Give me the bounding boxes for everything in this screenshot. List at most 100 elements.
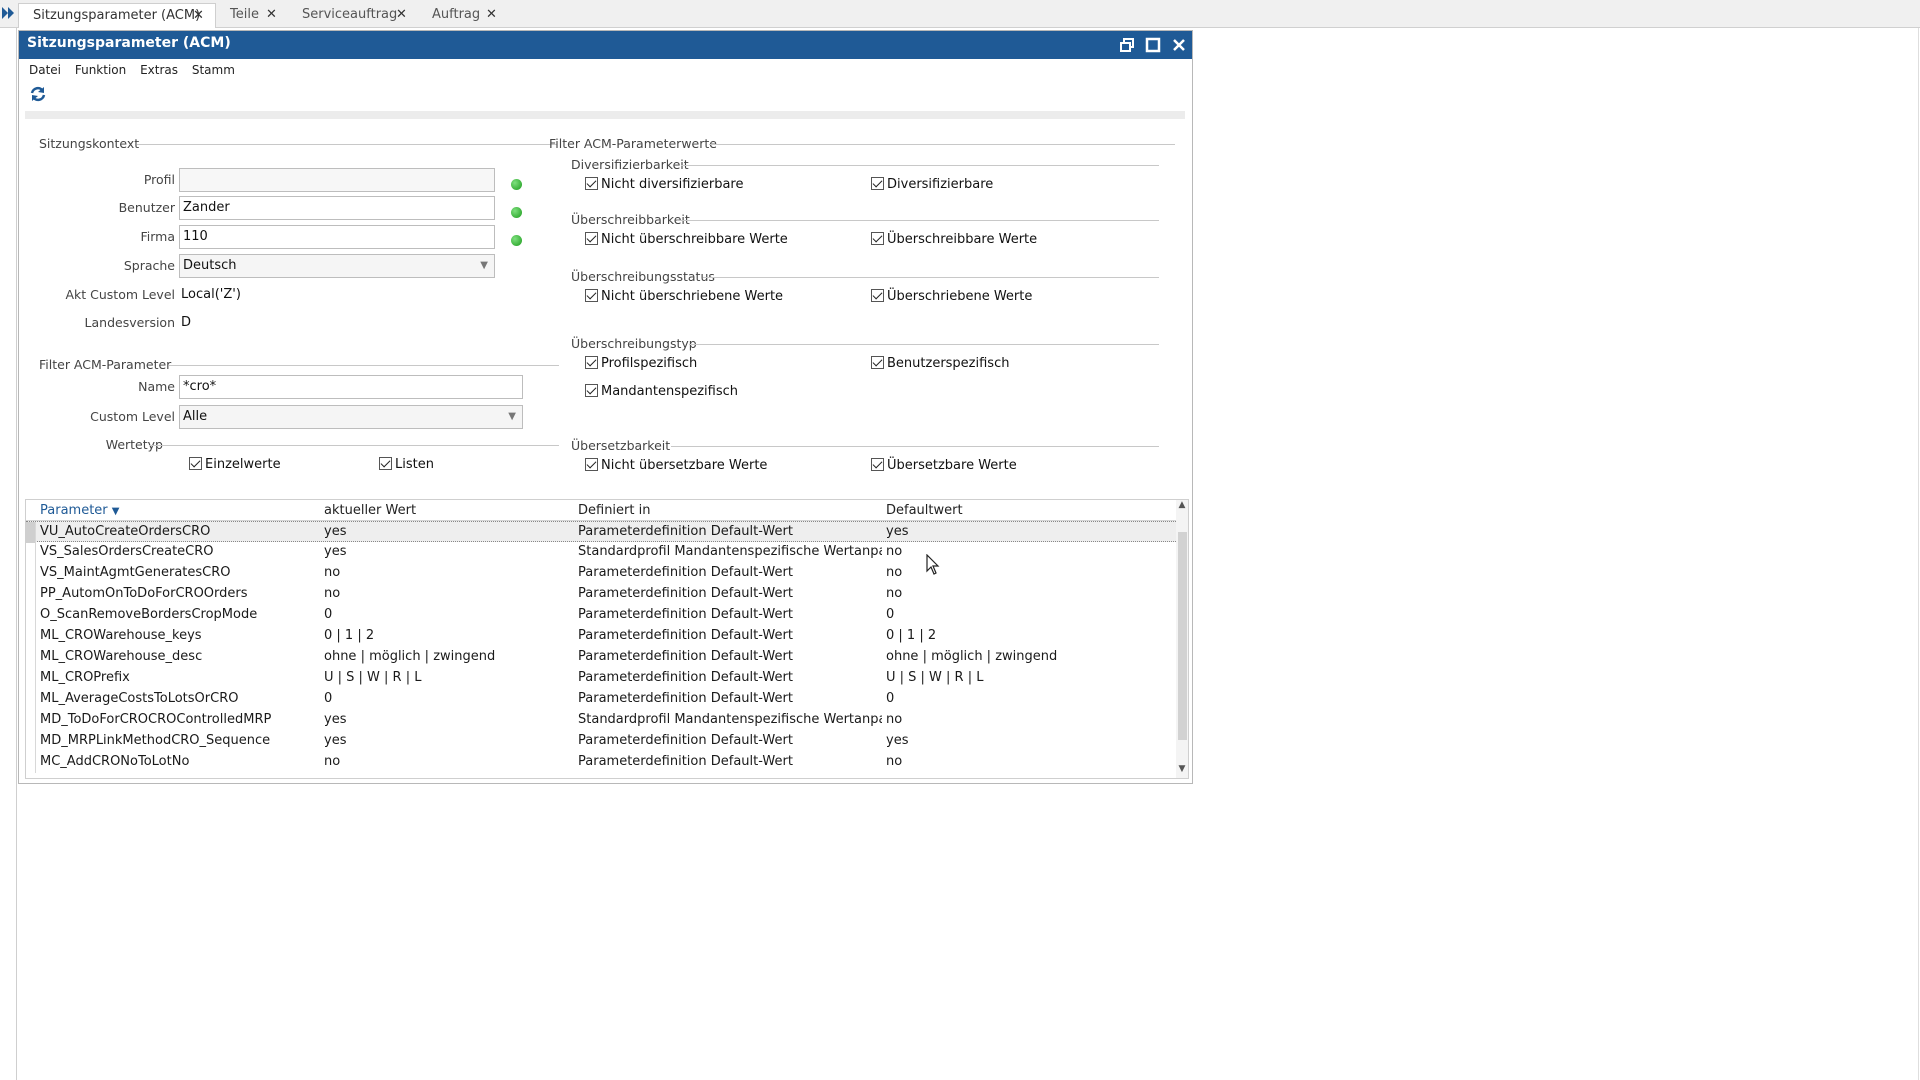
table-row[interactable]: ML_CROWarehouse_desc ohne | möglich | zwi… <box>26 647 1176 668</box>
close-icon[interactable]: ✕ <box>486 3 497 27</box>
cell-parameter[interactable]: MC_AddCRONoToLotNo <box>40 754 310 769</box>
name-filter-input[interactable]: *cro* <box>179 375 523 399</box>
cell-aktueller-wert[interactable]: no <box>324 565 574 580</box>
menu-funktion[interactable]: Funktion <box>75 63 126 77</box>
table-row[interactable]: MD_ToDoForCROCROControlledMRP yes Standard… <box>26 710 1176 731</box>
row-selector[interactable] <box>26 689 36 710</box>
cell-aktueller-wert[interactable]: 0 <box>324 691 574 706</box>
nicht-diversifizierbare-checkbox[interactable]: Nicht diversifizierbare <box>585 177 743 193</box>
row-selector[interactable] <box>26 522 36 543</box>
row-selector[interactable] <box>26 542 36 563</box>
checkbox-checked-icon[interactable] <box>585 177 598 190</box>
checkbox-checked-icon[interactable] <box>871 356 884 369</box>
cell-defaultwert[interactable]: 0 <box>886 691 1166 706</box>
cell-parameter[interactable]: ML_CROWarehouse_keys <box>40 628 310 643</box>
cell-defaultwert[interactable]: 0 <box>886 607 1166 622</box>
einzelwerte-checkbox[interactable]: Einzelwerte <box>189 457 281 473</box>
custom-level-select[interactable]: Alle ▼ <box>179 405 523 429</box>
cell-aktueller-wert[interactable]: no <box>324 754 574 769</box>
profil-field[interactable] <box>179 168 495 192</box>
firma-field[interactable]: 110 <box>179 225 495 249</box>
mandantenspezifisch-checkbox[interactable]: Mandantenspezifisch <box>585 384 738 400</box>
column-header-aktueller-wert[interactable]: aktueller Wert <box>324 503 416 518</box>
nicht-ueberschriebene-checkbox[interactable]: Nicht überschriebene Werte <box>585 289 783 305</box>
nicht-uebersetzbare-checkbox[interactable]: Nicht übersetzbare Werte <box>585 458 767 474</box>
checkbox-checked-icon[interactable] <box>871 458 884 471</box>
cell-parameter[interactable]: ML_CROWarehouse_desc <box>40 649 310 664</box>
close-icon[interactable]: ✕ <box>396 3 407 27</box>
cell-definiert-in[interactable]: Parameterdefinition Default-Wert <box>578 691 882 706</box>
table-row[interactable]: ML_CROPrefix U | S | W | R | L Parameterde… <box>26 668 1176 689</box>
tab-scroll-arrows-icon[interactable] <box>2 5 16 21</box>
cell-aktueller-wert[interactable]: U | S | W | R | L <box>324 670 574 685</box>
cell-parameter[interactable]: VS_SalesOrdersCreateCRO <box>40 544 310 559</box>
scroll-up-icon[interactable]: ▲ <box>1177 500 1187 512</box>
cell-definiert-in[interactable]: Parameterdefinition Default-Wert <box>578 524 882 539</box>
checkbox-checked-icon[interactable] <box>585 384 598 397</box>
cell-definiert-in[interactable]: Parameterdefinition Default-Wert <box>578 607 882 622</box>
checkbox-checked-icon[interactable] <box>585 458 598 471</box>
cell-parameter[interactable]: VS_MaintAgmtGeneratesCRO <box>40 565 310 580</box>
checkbox-checked-icon[interactable] <box>871 177 884 190</box>
cell-parameter[interactable]: MD_ToDoForCROCROControlledMRP <box>40 712 310 727</box>
close-window-icon[interactable] <box>1171 37 1187 53</box>
cell-definiert-in[interactable]: Parameterdefinition Default-Wert <box>578 586 882 601</box>
cell-aktueller-wert[interactable]: yes <box>324 524 574 539</box>
row-selector[interactable] <box>26 584 36 605</box>
tab-sitzungsparameter[interactable]: Sitzungsparameter (ACM) ✕ <box>18 3 216 28</box>
table-row[interactable]: ML_AverageCostsToLotsOrCRO 0 Parameterdefi… <box>26 689 1176 710</box>
tab-auftrag[interactable]: Auftrag ✕ <box>418 3 502 28</box>
chevron-down-icon[interactable]: ▼ <box>508 406 516 428</box>
cell-defaultwert[interactable]: yes <box>886 524 1166 539</box>
cell-aktueller-wert[interactable]: 0 <box>324 607 574 622</box>
checkbox-checked-icon[interactable] <box>585 356 598 369</box>
cell-parameter[interactable]: O_ScanRemoveBordersCropMode <box>40 607 310 622</box>
cell-defaultwert[interactable]: yes <box>886 733 1166 748</box>
table-row[interactable]: PP_AutomOnToDoForCROOrders no Parameterdef… <box>26 584 1176 605</box>
ueberschreibbare-checkbox[interactable]: Überschreibbare Werte <box>871 232 1037 248</box>
row-selector[interactable] <box>26 710 36 731</box>
cell-parameter[interactable]: ML_CROPrefix <box>40 670 310 685</box>
cell-defaultwert[interactable]: 0 | 1 | 2 <box>886 628 1166 643</box>
cell-defaultwert[interactable]: no <box>886 754 1166 769</box>
cell-parameter[interactable]: VU_AutoCreateOrdersCRO <box>40 524 310 539</box>
sprache-select[interactable]: Deutsch ▼ <box>179 254 495 278</box>
menu-datei[interactable]: Datei <box>29 63 61 77</box>
maximize-icon[interactable] <box>1145 37 1161 53</box>
cell-definiert-in[interactable]: Standardprofil Mandantenspezifische Wert… <box>578 544 882 559</box>
restore-window-icon[interactable] <box>1119 37 1135 53</box>
close-icon[interactable]: ✕ <box>193 4 204 28</box>
table-row[interactable]: VS_MaintAgmtGeneratesCRO no Parameterdefin… <box>26 563 1176 584</box>
cell-definiert-in[interactable]: Parameterdefinition Default-Wert <box>578 754 882 769</box>
column-header-definiert-in[interactable]: Definiert in <box>578 503 650 518</box>
ueberschriebene-checkbox[interactable]: Überschriebene Werte <box>871 289 1032 305</box>
listen-checkbox[interactable]: Listen <box>379 457 434 473</box>
tab-teile[interactable]: Teile ✕ <box>216 3 286 28</box>
diversifizierbare-checkbox[interactable]: Diversifizierbare <box>871 177 993 193</box>
cell-defaultwert[interactable]: ohne | möglich | zwingend <box>886 649 1166 664</box>
window-titlebar[interactable]: Sitzungsparameter (ACM) <box>19 31 1192 59</box>
refresh-icon[interactable] <box>29 85 47 103</box>
profilspezifisch-checkbox[interactable]: Profilspezifisch <box>585 356 697 372</box>
uebersetzbare-checkbox[interactable]: Übersetzbare Werte <box>871 458 1017 474</box>
cell-definiert-in[interactable]: Parameterdefinition Default-Wert <box>578 565 882 580</box>
menu-stamm[interactable]: Stamm <box>192 63 235 77</box>
cell-defaultwert[interactable]: no <box>886 712 1166 727</box>
close-icon[interactable]: ✕ <box>266 3 277 27</box>
cell-aktueller-wert[interactable]: 0 | 1 | 2 <box>324 628 574 643</box>
cell-parameter[interactable]: ML_AverageCostsToLotsOrCRO <box>40 691 310 706</box>
checkbox-checked-icon[interactable] <box>585 289 598 302</box>
cell-parameter[interactable]: PP_AutomOnToDoForCROOrders <box>40 586 310 601</box>
scrollbar-thumb[interactable] <box>1178 532 1187 740</box>
nicht-ueberschreibbare-checkbox[interactable]: Nicht überschreibbare Werte <box>585 232 788 248</box>
checkbox-checked-icon[interactable] <box>871 289 884 302</box>
row-selector[interactable] <box>26 647 36 668</box>
benutzerspezifisch-checkbox[interactable]: Benutzerspezifisch <box>871 356 1009 372</box>
benutzer-field[interactable]: Zander <box>179 196 495 220</box>
cell-aktueller-wert[interactable]: no <box>324 586 574 601</box>
cell-aktueller-wert[interactable]: yes <box>324 544 574 559</box>
table-row[interactable]: VU_AutoCreateOrdersCRO yes Parameterdefini… <box>26 521 1176 543</box>
cell-aktueller-wert[interactable]: yes <box>324 712 574 727</box>
checkbox-checked-icon[interactable] <box>379 457 392 470</box>
row-selector[interactable] <box>26 752 36 773</box>
